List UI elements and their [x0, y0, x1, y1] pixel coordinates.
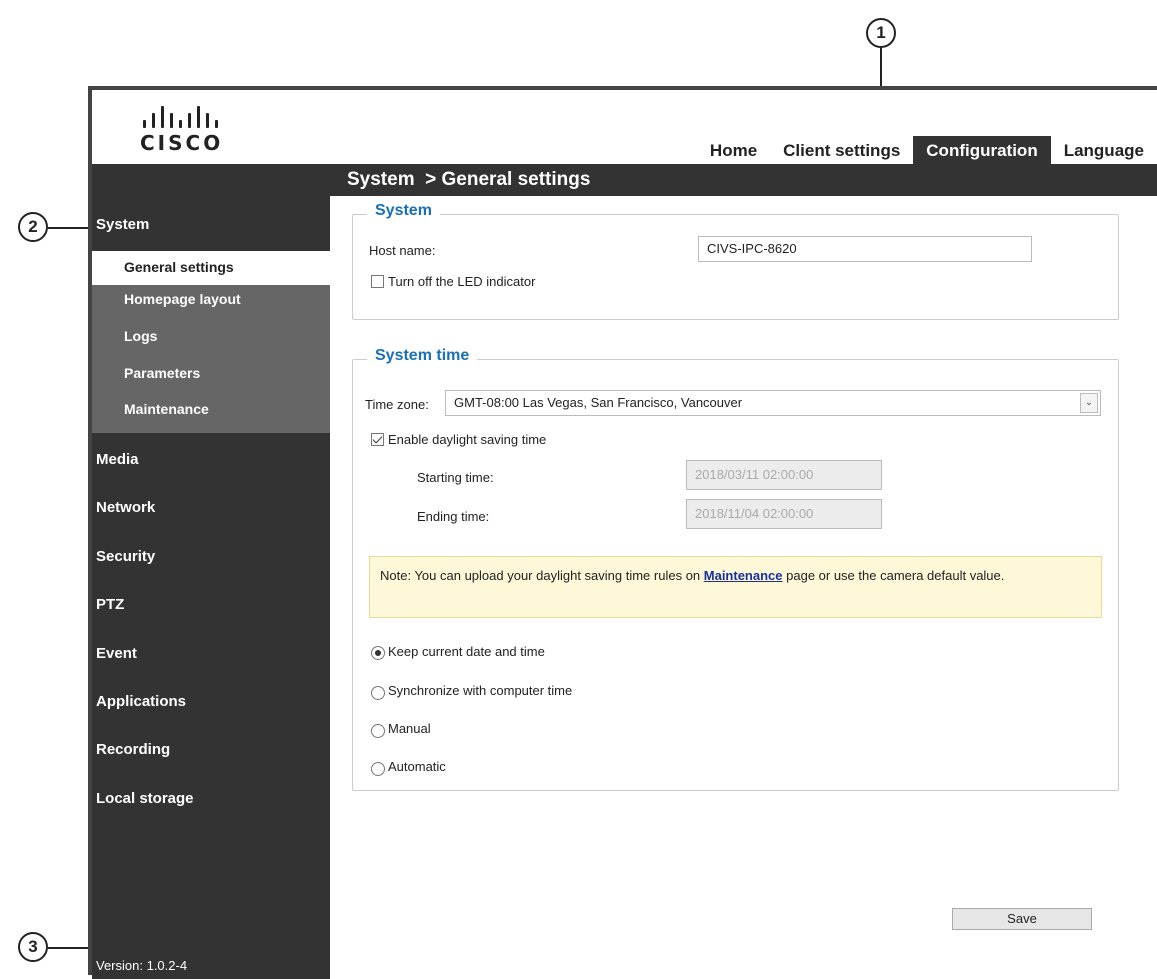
callout-1: 1 [866, 18, 896, 48]
sidebar-item-local-storage[interactable]: Local storage [92, 790, 330, 807]
callout-3: 3 [18, 932, 48, 962]
sidebar-item-logs[interactable]: Logs [92, 320, 330, 352]
radio-automatic-label: Automatic [388, 759, 446, 774]
radio-manual[interactable] [371, 724, 385, 738]
radio-manual-label: Manual [388, 721, 431, 736]
save-button[interactable]: Save [952, 908, 1092, 930]
nav-home[interactable]: Home [697, 136, 770, 164]
dst-checkbox[interactable] [371, 433, 384, 446]
sidebar-item-media[interactable]: Media [92, 451, 330, 468]
sidebar-item-homepage-layout[interactable]: Homepage layout [92, 283, 330, 315]
cisco-logo-text: CISCO [140, 131, 224, 155]
ending-time-label: Ending time: [417, 509, 490, 524]
ending-time-input: 2018/11/04 02:00:00 [686, 499, 882, 529]
sidebar-item-event[interactable]: Event [92, 645, 330, 662]
main-content: System Host name: CIVS-IPC-8620 Turn off… [330, 196, 1157, 979]
sidebar-item-applications[interactable]: Applications [92, 693, 330, 710]
system-legend: System [367, 202, 440, 220]
sidebar-item-ptz[interactable]: PTZ [92, 596, 330, 613]
dst-note: Note: You can upload your daylight savin… [369, 556, 1102, 618]
sidebar-item-maintenance[interactable]: Maintenance [92, 393, 330, 425]
host-name-input[interactable]: CIVS-IPC-8620 [698, 236, 1032, 262]
starting-time-label: Starting time: [417, 470, 494, 485]
time-zone-value: GMT-08:00 Las Vegas, San Francisco, Vanc… [454, 395, 743, 410]
nav-configuration[interactable]: Configuration [913, 136, 1051, 164]
sidebar-item-network[interactable]: Network [92, 499, 330, 516]
system-submenu: General settings Homepage layout Logs Pa… [92, 251, 330, 433]
sidebar-item-recording[interactable]: Recording [92, 741, 330, 758]
sidebar-item-security[interactable]: Security [92, 548, 330, 565]
callout-2: 2 [18, 212, 48, 242]
chevron-down-icon[interactable]: ⌄ [1080, 393, 1098, 413]
maintenance-link[interactable]: Maintenance [704, 568, 783, 583]
host-name-label: Host name: [369, 243, 436, 258]
page-title: System > General settings [347, 169, 591, 190]
nav-language[interactable]: Language [1051, 136, 1157, 164]
app-window: CISCO Home Client settings Configuration… [88, 86, 1157, 979]
cisco-logo-bars [143, 104, 240, 128]
radio-sync-computer[interactable] [371, 686, 385, 700]
time-zone-select[interactable]: GMT-08:00 Las Vegas, San Francisco, Vanc… [445, 390, 1101, 416]
radio-keep-current-label: Keep current date and time [388, 644, 545, 659]
note-prefix: Note: You can upload your daylight savin… [380, 568, 704, 583]
system-time-fieldset: System time Time zone: GMT-08:00 Las Veg… [352, 347, 1119, 791]
cisco-logo[interactable]: CISCO [140, 104, 240, 155]
system-time-legend: System time [367, 347, 478, 365]
led-checkbox[interactable] [371, 275, 384, 288]
starting-time-input: 2018/03/11 02:00:00 [686, 460, 882, 490]
callout-3-line [48, 947, 92, 949]
top-nav: Home Client settings Configuration Langu… [697, 136, 1157, 164]
time-zone-label: Time zone: [365, 397, 429, 412]
radio-automatic[interactable] [371, 762, 385, 776]
nav-client-settings[interactable]: Client settings [770, 136, 913, 164]
sidebar-item-general-settings[interactable]: General settings [92, 251, 330, 285]
callout-2-line [48, 227, 92, 229]
sidebar: System General settings Homepage layout … [92, 196, 330, 979]
system-fieldset: System Host name: CIVS-IPC-8620 Turn off… [352, 202, 1119, 320]
sidebar-item-system[interactable]: System [92, 216, 330, 233]
version-label: Version: 1.0.2-4 [96, 958, 188, 973]
dst-label: Enable daylight saving time [388, 432, 547, 447]
sidebar-item-parameters[interactable]: Parameters [92, 357, 330, 389]
note-suffix: page or use the camera default value. [782, 568, 1005, 583]
title-bar: System > General settings [92, 164, 1157, 196]
led-label: Turn off the LED indicator [388, 274, 536, 289]
radio-keep-current[interactable] [371, 646, 385, 660]
radio-sync-computer-label: Synchronize with computer time [388, 683, 573, 698]
